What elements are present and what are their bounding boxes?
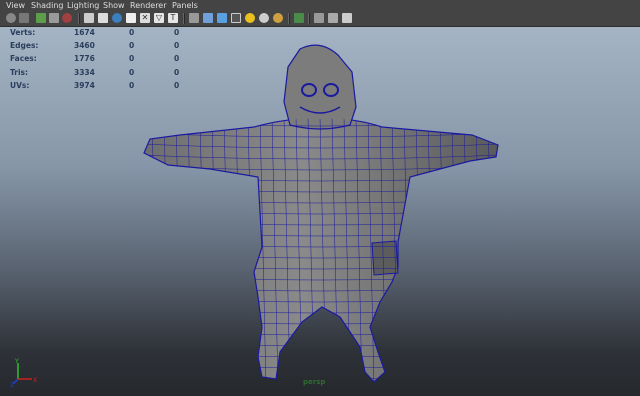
toolbar-separator xyxy=(308,13,310,24)
hud-value: 0 xyxy=(129,81,135,90)
wireframe-edge xyxy=(144,352,498,358)
select-camera-icon[interactable] xyxy=(6,13,16,23)
hud-value: 0 xyxy=(129,41,135,50)
hud-row-faces: Faces: 1776 0 0 xyxy=(0,54,200,66)
gate-mask-icon[interactable] xyxy=(126,13,136,23)
hud-value: 0 xyxy=(129,68,135,77)
use-all-lights-icon[interactable] xyxy=(245,13,255,23)
hud-value: 0 xyxy=(174,41,180,50)
menu-bar: View Shading Lighting Show Renderer Pane… xyxy=(0,0,640,11)
xray-components-icon[interactable] xyxy=(342,13,352,23)
hud-value: 1674 xyxy=(74,28,95,37)
safe-title-icon[interactable]: T xyxy=(168,13,178,23)
wireframe-icon[interactable] xyxy=(189,13,199,23)
film-gate-icon[interactable] xyxy=(98,13,108,23)
menu-panels[interactable]: Panels xyxy=(172,0,198,11)
resolution-gate-icon[interactable] xyxy=(112,13,122,23)
hud-row-edges: Edges: 3460 0 0 xyxy=(0,41,200,53)
bookmark-icon[interactable] xyxy=(36,13,46,23)
wireframe-edge xyxy=(144,118,147,383)
hud-row-tris: Tris: 3334 0 0 xyxy=(0,68,200,80)
wireframe-edge xyxy=(144,363,498,369)
two-d-pan-zoom-icon[interactable] xyxy=(62,13,72,23)
hud-value: 0 xyxy=(129,28,135,37)
model-body xyxy=(143,44,499,383)
toolbar-separator xyxy=(183,13,185,24)
wireframe-edge xyxy=(500,117,506,387)
field-chart-icon[interactable]: ✕ xyxy=(140,13,150,23)
camera-label: persp xyxy=(303,378,326,386)
hud-value: 0 xyxy=(174,81,180,90)
xray-joints-icon[interactable] xyxy=(328,13,338,23)
wireframe-edge xyxy=(144,341,498,347)
toolbar-separator xyxy=(288,13,290,24)
hud-label: Edges: xyxy=(10,41,39,50)
hud-row-uvs: UVs: 3974 0 0 xyxy=(0,81,200,93)
perspective-viewport[interactable]: Verts: 1674 0 0 Edges: 3460 0 0 Faces: 1… xyxy=(0,27,640,396)
hud-value: 0 xyxy=(174,68,180,77)
menu-renderer[interactable]: Renderer xyxy=(130,0,167,11)
menu-lighting[interactable]: Lighting xyxy=(67,0,99,11)
toolbar-separator xyxy=(78,13,80,24)
grid-icon[interactable] xyxy=(84,13,94,23)
wireframe-edge xyxy=(144,330,498,336)
hud-value: 0 xyxy=(174,28,180,37)
axis-z-label: Z xyxy=(10,382,14,387)
image-plane-icon[interactable] xyxy=(49,13,59,23)
menu-view[interactable]: View xyxy=(6,0,25,11)
hud-label: Verts: xyxy=(10,28,36,37)
panel-toolbar: ✕ ▽ T xyxy=(0,11,640,27)
hud-value: 3974 xyxy=(74,81,95,90)
safe-action-icon[interactable]: ▽ xyxy=(154,13,164,23)
hud-row-verts: Verts: 1674 0 0 xyxy=(0,28,200,40)
hud-label: UVs: xyxy=(10,81,30,90)
wireframe-edge xyxy=(144,308,498,314)
axis-gizmo-icon: Y X Z xyxy=(10,358,37,387)
hud-value: 0 xyxy=(174,54,180,63)
wireframe-edge xyxy=(144,319,498,325)
isolate-select-icon[interactable] xyxy=(294,13,304,23)
hud-value: 3334 xyxy=(74,68,95,77)
shadows-icon[interactable] xyxy=(259,13,269,23)
hud-value: 1776 xyxy=(74,54,95,63)
xray-icon[interactable] xyxy=(314,13,324,23)
ambient-occlusion-icon[interactable] xyxy=(273,13,283,23)
smooth-shade-icon[interactable] xyxy=(203,13,213,23)
axis-x-label: X xyxy=(33,377,37,384)
hud-label: Tris: xyxy=(10,68,29,77)
wireframe-on-shaded-icon[interactable] xyxy=(217,13,227,23)
camera-attributes-icon[interactable] xyxy=(19,13,29,23)
hud-value: 3460 xyxy=(74,41,95,50)
hud-value: 0 xyxy=(129,54,135,63)
menu-shading[interactable]: Shading xyxy=(31,0,64,11)
axis-y-label: Y xyxy=(14,358,19,365)
hud-label: Faces: xyxy=(10,54,37,63)
menu-show[interactable]: Show xyxy=(103,0,125,11)
textured-icon[interactable] xyxy=(231,13,241,23)
wireframe-edge xyxy=(140,386,500,390)
